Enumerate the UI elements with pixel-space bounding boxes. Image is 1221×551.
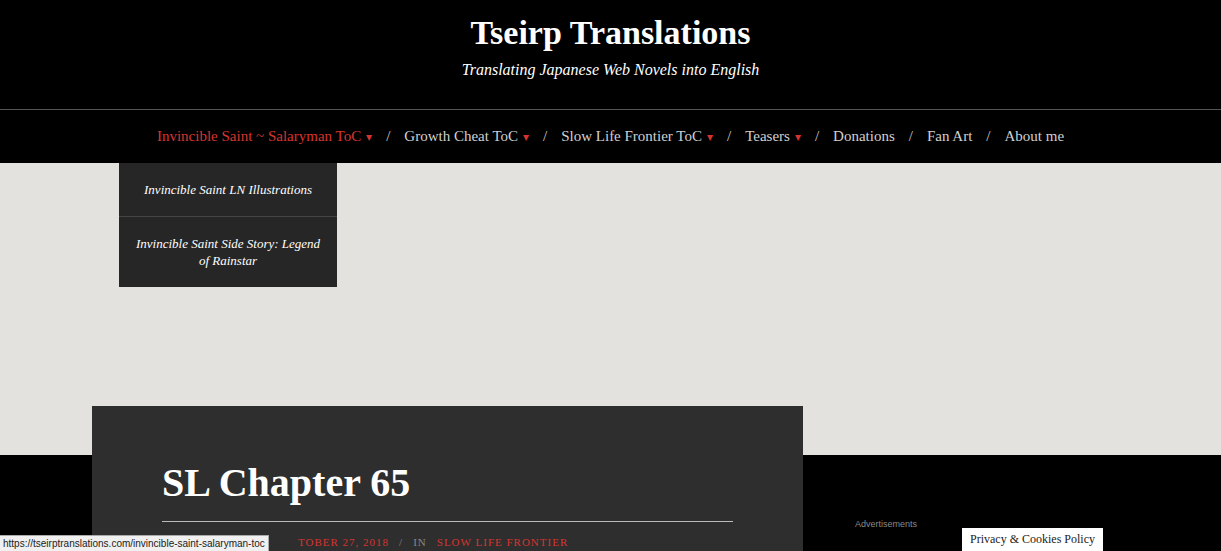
site-title[interactable]: Tseirp Translations [471, 12, 751, 54]
site-header: Tseirp Translations Translating Japanese … [0, 0, 1221, 110]
caret-icon: ▾ [795, 130, 801, 144]
post-date[interactable]: TOBER 27, 2018 [298, 534, 389, 551]
nav-item[interactable]: Invincible Saint ~ Salaryman ToC▾ [157, 125, 372, 148]
caret-icon: ▾ [366, 130, 372, 144]
sidebar: Advertisements [855, 455, 917, 551]
nav-separator: / [541, 125, 549, 148]
post-title[interactable]: SL Chapter 65 [162, 459, 733, 522]
dropdown-item[interactable]: Invincible Saint Side Story: Legend of R… [119, 216, 337, 287]
nav-separator: / [813, 125, 821, 148]
nav-item[interactable]: Fan Art [927, 125, 972, 148]
main-nav: Invincible Saint ~ Salaryman ToC▾ / Growth… [0, 110, 1221, 163]
nav-item[interactable]: About me [1005, 125, 1065, 148]
page: Tseirp Translations Translating Japanese … [0, 0, 1221, 551]
nav-separator: / [907, 125, 915, 148]
site-tagline: Translating Japanese Web Novels into Eng… [462, 60, 760, 80]
nav-separator: / [384, 125, 392, 148]
category-prefix: IN [413, 534, 427, 551]
caret-icon: ▾ [523, 130, 529, 144]
nav-separator: / [984, 125, 992, 148]
cookie-policy-button[interactable]: Privacy & Cookies Policy [962, 528, 1103, 551]
status-bar: https://tseirptranslations.com/invincibl… [0, 535, 269, 551]
nav-dropdown: Invincible Saint LN IllustrationsInvinci… [119, 163, 337, 287]
meta-separator: / [399, 534, 403, 551]
nav-item[interactable]: Teasers▾ [745, 125, 801, 148]
post-card: SL Chapter 65 TOBER 27, 2018 / IN SLOW LIFE … [92, 406, 803, 551]
dropdown-item[interactable]: Invincible Saint LN Illustrations [119, 163, 337, 216]
nav-item[interactable]: Slow Life Frontier ToC▾ [561, 125, 713, 148]
post-meta: TOBER 27, 2018 / IN SLOW LIFE FRONTIER [298, 534, 733, 551]
post-category[interactable]: SLOW LIFE FRONTIER [437, 534, 568, 551]
nav-separator: / [725, 125, 733, 148]
nav-item[interactable]: Donations [833, 125, 895, 148]
ad-label: Advertisements [855, 519, 917, 529]
caret-icon: ▾ [707, 130, 713, 144]
nav-item[interactable]: Growth Cheat ToC▾ [404, 125, 529, 148]
